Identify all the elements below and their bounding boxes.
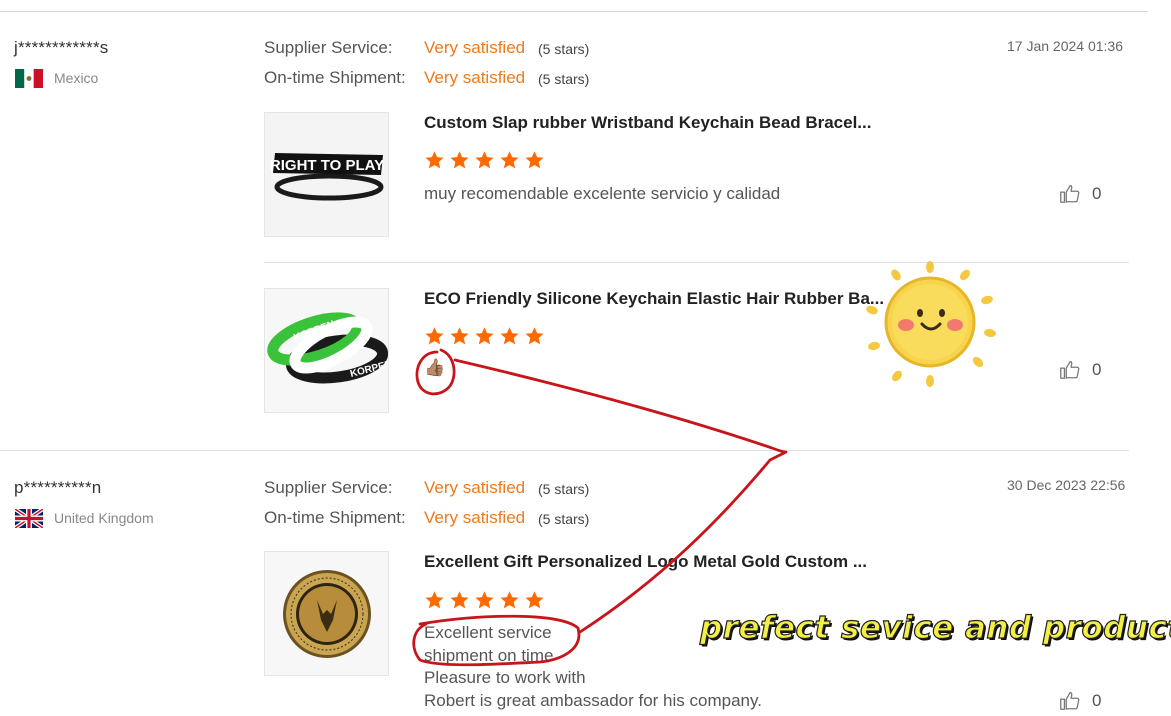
red-annotation-marks	[412, 348, 788, 667]
overlay-caption: prefect sevice and product	[699, 609, 1171, 646]
